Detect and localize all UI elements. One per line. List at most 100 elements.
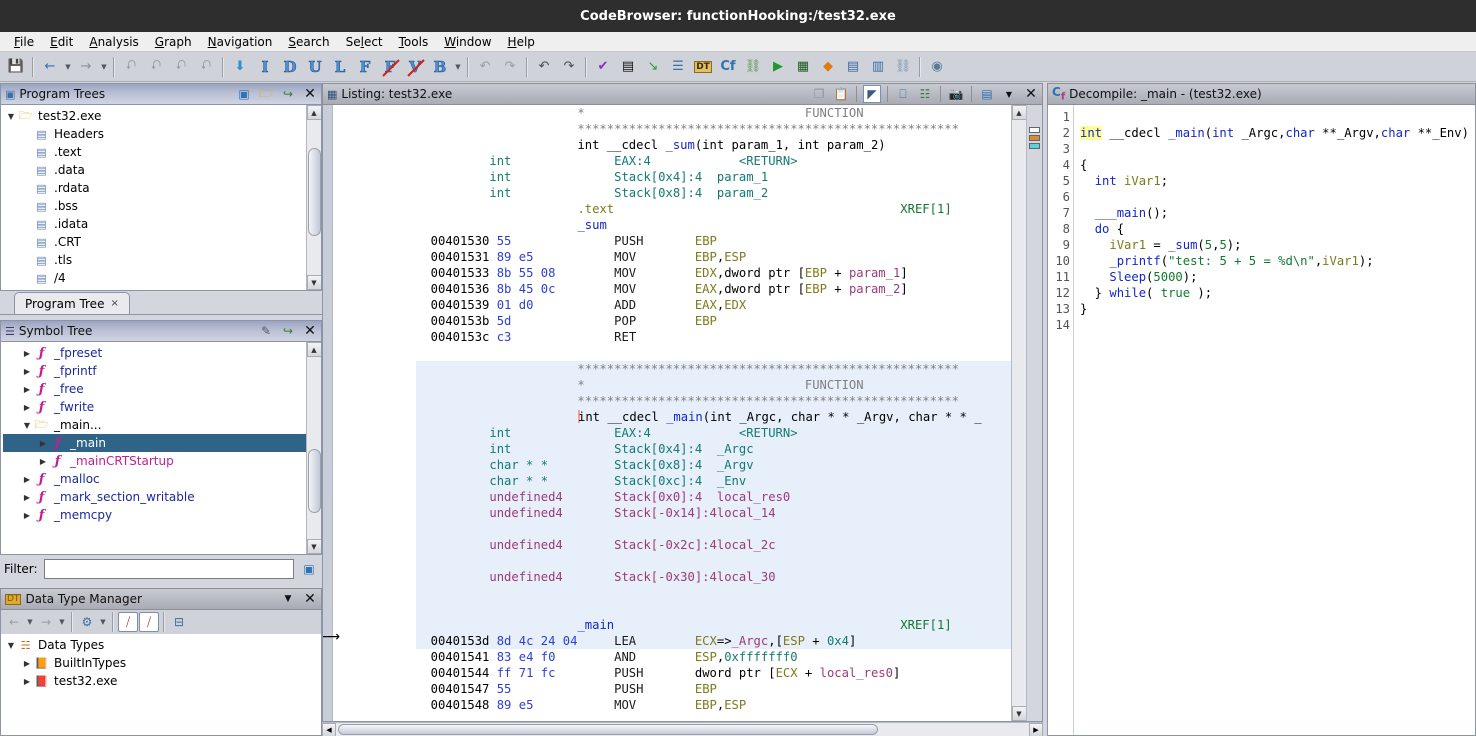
listing-row[interactable]: int __cdecl _sum(int param_1, int param_… (416, 137, 1011, 153)
function-graph-icon[interactable]: ⛓ (741, 55, 765, 79)
tree-node[interactable]: ▤ .idata (3, 215, 306, 233)
listing-row[interactable]: int Stack[0x4]:4 param_1 (416, 169, 1011, 185)
about-icon[interactable]: ◉ (925, 55, 949, 79)
memory-map-icon[interactable]: ▦ (791, 55, 815, 79)
scrollbar-thumb[interactable] (307, 148, 321, 236)
defined-strings-icon[interactable]: ▥ (866, 55, 890, 79)
toggle-expand-icon[interactable]: ⎕ (894, 85, 912, 103)
menu-edit[interactable]: Edit (42, 34, 81, 50)
listing-row[interactable] (416, 601, 1011, 617)
tree-node[interactable]: 📕 test32.exe (3, 672, 321, 690)
scrollbar-track[interactable] (1011, 120, 1027, 706)
tab-close-icon[interactable]: × (110, 298, 118, 309)
decompiler-icon[interactable]: Cf (716, 55, 740, 79)
listing-row[interactable]: undefined4 Stack[-0x14]:4local_14 (416, 505, 1011, 521)
listing-row[interactable]: ****************************************… (416, 121, 1011, 137)
menu-file[interactable]: File (6, 34, 42, 50)
undefined-icon[interactable]: U (303, 55, 327, 79)
diff-view-icon[interactable]: ☷ (916, 85, 934, 103)
chevron-down-icon[interactable]: ▼ (98, 618, 108, 626)
decompile-line[interactable]: } (1080, 301, 1475, 317)
program-trees-scrollbar[interactable]: ▲ ▼ (306, 105, 321, 290)
listing-code-view[interactable]: * FUNCTION *****************************… (416, 105, 1011, 721)
hscrollbar-track[interactable] (336, 722, 1029, 736)
expand-twisty-icon[interactable] (21, 367, 33, 376)
decompile-line[interactable]: ___main(); (1080, 205, 1475, 221)
decompile-line[interactable]: do { (1080, 221, 1475, 237)
tree-node[interactable]: ƒ _fprintf (3, 362, 306, 380)
listing-row[interactable]: undefined4 Stack[0x0]:4 local_res0 (416, 489, 1011, 505)
redo-icon[interactable]: ↷ (557, 55, 581, 79)
expand-twisty-icon[interactable] (21, 385, 33, 394)
listing-row[interactable]: 00401530 55 PUSH EBP (416, 233, 1011, 249)
listing-row[interactable]: undefined4 Stack[-0x30]:4local_30 (416, 569, 1011, 585)
go-to-previous-function-icon[interactable]: ⮏ (169, 55, 193, 79)
browser-fields-icon[interactable]: ▤ (978, 85, 996, 103)
decompile-line[interactable]: int __cdecl _main(int _Argc,char **_Argv… (1080, 125, 1475, 141)
listing-horizontal-scrollbar[interactable]: ◀ ▶ (322, 722, 1043, 736)
paste-icon[interactable]: 📋 (832, 85, 850, 103)
expand-twisty-icon[interactable] (21, 403, 33, 412)
scroll-down-icon[interactable]: ▼ (306, 539, 321, 554)
binary-viewer-icon[interactable]: ▤ (616, 55, 640, 79)
program-tree-list[interactable]: 🗁 test32.exe ▤ Headers ▤ .text ▤ .data ▤ .rdata ▤.… (1, 105, 306, 291)
scroll-up-icon[interactable]: ▲ (306, 342, 321, 357)
listing-row[interactable]: char * * Stack[0xc]:4 _Env (416, 473, 1011, 489)
menu-select[interactable]: Select (338, 34, 391, 50)
decompile-line[interactable]: int iVar1; (1080, 173, 1475, 189)
go-to-previous-diff-icon[interactable]: ⮏ (119, 55, 143, 79)
expand-twisty-icon[interactable] (21, 677, 33, 686)
listing-row[interactable]: _main XREF[1] (416, 617, 1011, 633)
tree-node[interactable]: ▤ Headers (3, 125, 306, 143)
listing-row[interactable]: _sum (416, 217, 1011, 233)
go-to-next-diff-icon[interactable]: ⮏ (144, 55, 168, 79)
listing-row[interactable]: int Stack[0x8]:4 param_2 (416, 185, 1011, 201)
close-panel-icon[interactable]: ✕ (301, 322, 319, 340)
menu-tools[interactable]: Tools (391, 34, 437, 50)
listing-row[interactable]: 00401544 ff 71 fc PUSH dword ptr [ECX + … (416, 665, 1011, 681)
data-types-list[interactable]: ☵ Data Types 📙 BuiltInTypes 📕 test32.exe (1, 634, 321, 735)
forward-arrow-icon[interactable]: → (74, 55, 98, 79)
previous-location-icon[interactable]: ↶ (473, 55, 497, 79)
scroll-down-icon[interactable]: ▼ (306, 275, 321, 290)
data-icon[interactable]: D (278, 55, 302, 79)
scroll-up-icon[interactable]: ▲ (1011, 105, 1027, 120)
decompile-line[interactable] (1080, 109, 1475, 125)
scroll-left-icon[interactable]: ◀ (322, 722, 336, 736)
bookmark-icon[interactable]: ◆ (816, 55, 840, 79)
listing-row[interactable]: int EAX:4 <RETURN> (416, 425, 1011, 441)
listing-row[interactable] (416, 553, 1011, 569)
check-mark-icon[interactable]: ✔ (591, 55, 615, 79)
edit-icon[interactable]: ✎ (257, 322, 275, 340)
listing-row[interactable] (416, 521, 1011, 537)
listing-navigation-marker-bar[interactable] (1026, 105, 1042, 721)
bytes-icon[interactable]: B (428, 55, 452, 79)
listing-row[interactable]: ****************************************… (416, 393, 1011, 409)
collapse-twisty-icon[interactable] (5, 641, 17, 650)
down-arrow-icon[interactable]: ⬇ (228, 55, 252, 79)
expand-twisty-icon[interactable] (21, 349, 33, 358)
listing-row[interactable]: * FUNCTION (416, 377, 1011, 393)
listing-row[interactable]: 00401536 8b 45 0c MOV EAX,dword ptr [EBP… (416, 281, 1011, 297)
tree-node[interactable]: ▤ .data (3, 161, 306, 179)
decompile-line[interactable]: Sleep(5000); (1080, 269, 1475, 285)
tree-node[interactable]: ƒ _mainCRTStartup (3, 452, 306, 470)
decompile-line[interactable]: } while( true ); (1080, 285, 1475, 301)
back-arrow-icon[interactable]: ← (4, 612, 24, 632)
tree-node[interactable]: ƒ _fpreset (3, 344, 306, 362)
label-icon[interactable]: L (328, 55, 352, 79)
listing-row[interactable]: .text XREF[1] (416, 201, 1011, 217)
chevron-down-icon[interactable]: ▼ (57, 618, 67, 626)
tree-node[interactable]: ▤ .rdata (3, 179, 306, 197)
function-call-tree-icon[interactable]: ⛓ (891, 55, 915, 79)
listing-row[interactable]: 0040153d 8d 4c 24 04 LEA ECX=>_Argc,[ESP… (416, 633, 1011, 649)
symbol-tree-scrollbar[interactable]: ▲ ▼ (306, 342, 321, 554)
listing-row[interactable]: * FUNCTION (416, 105, 1011, 121)
chevron-down-icon[interactable]: ▼ (1000, 85, 1018, 103)
menu-search[interactable]: Search (280, 34, 337, 50)
tree-node[interactable]: ƒ _mark_section_writable (3, 488, 306, 506)
no-arrays-filter-icon[interactable]: ⧸ (139, 612, 159, 632)
forward-arrow-icon[interactable]: → (36, 612, 56, 632)
scroll-up-icon[interactable]: ▲ (306, 105, 321, 120)
tree-node[interactable]: 📙 BuiltInTypes (3, 654, 321, 672)
